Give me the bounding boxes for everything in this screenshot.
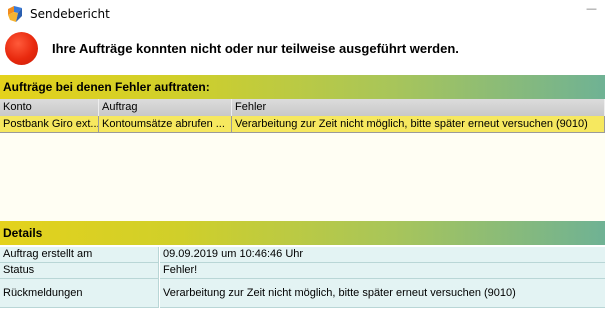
detail-label-status: Status [0,263,159,279]
title-bar: Sendebericht — [0,0,605,28]
column-header-auftrag[interactable]: Auftrag [99,99,232,116]
errors-table: Konto Auftrag Fehler Postbank Giro ext..… [0,99,605,221]
column-header-fehler[interactable]: Fehler [232,99,605,116]
close-button[interactable]: — [578,2,605,24]
errors-section-header: Aufträge bei denen Fehler auftraten: [0,75,605,99]
details-section-header: Details [0,221,605,245]
detail-value-feedback: Verarbeitung zur Zeit nicht möglich, bit… [160,279,605,308]
table-row-konto-cell[interactable]: Postbank Giro ext... [0,116,99,133]
detail-value-created: 09.09.2019 um 10:46:46 Uhr [160,247,605,263]
table-row-fehler-cell[interactable]: Verarbeitung zur Zeit nicht möglich, bit… [232,116,605,133]
details-table: Auftrag erstellt am 09.09.2019 um 10:46:… [0,245,605,312]
status-message: Ihre Aufträge konnten nicht oder nur tei… [52,41,459,56]
column-header-konto[interactable]: Konto [0,99,99,116]
app-logo-icon [8,6,22,22]
red-circle-icon [5,32,38,65]
window-title: Sendebericht [30,7,110,21]
table-row-auftrag-cell[interactable]: Kontoumsätze abrufen ... [99,116,232,133]
detail-value-status: Fehler! [160,263,605,279]
detail-label-feedback: Rückmeldungen [0,279,159,308]
detail-label-created: Auftrag erstellt am [0,247,159,263]
